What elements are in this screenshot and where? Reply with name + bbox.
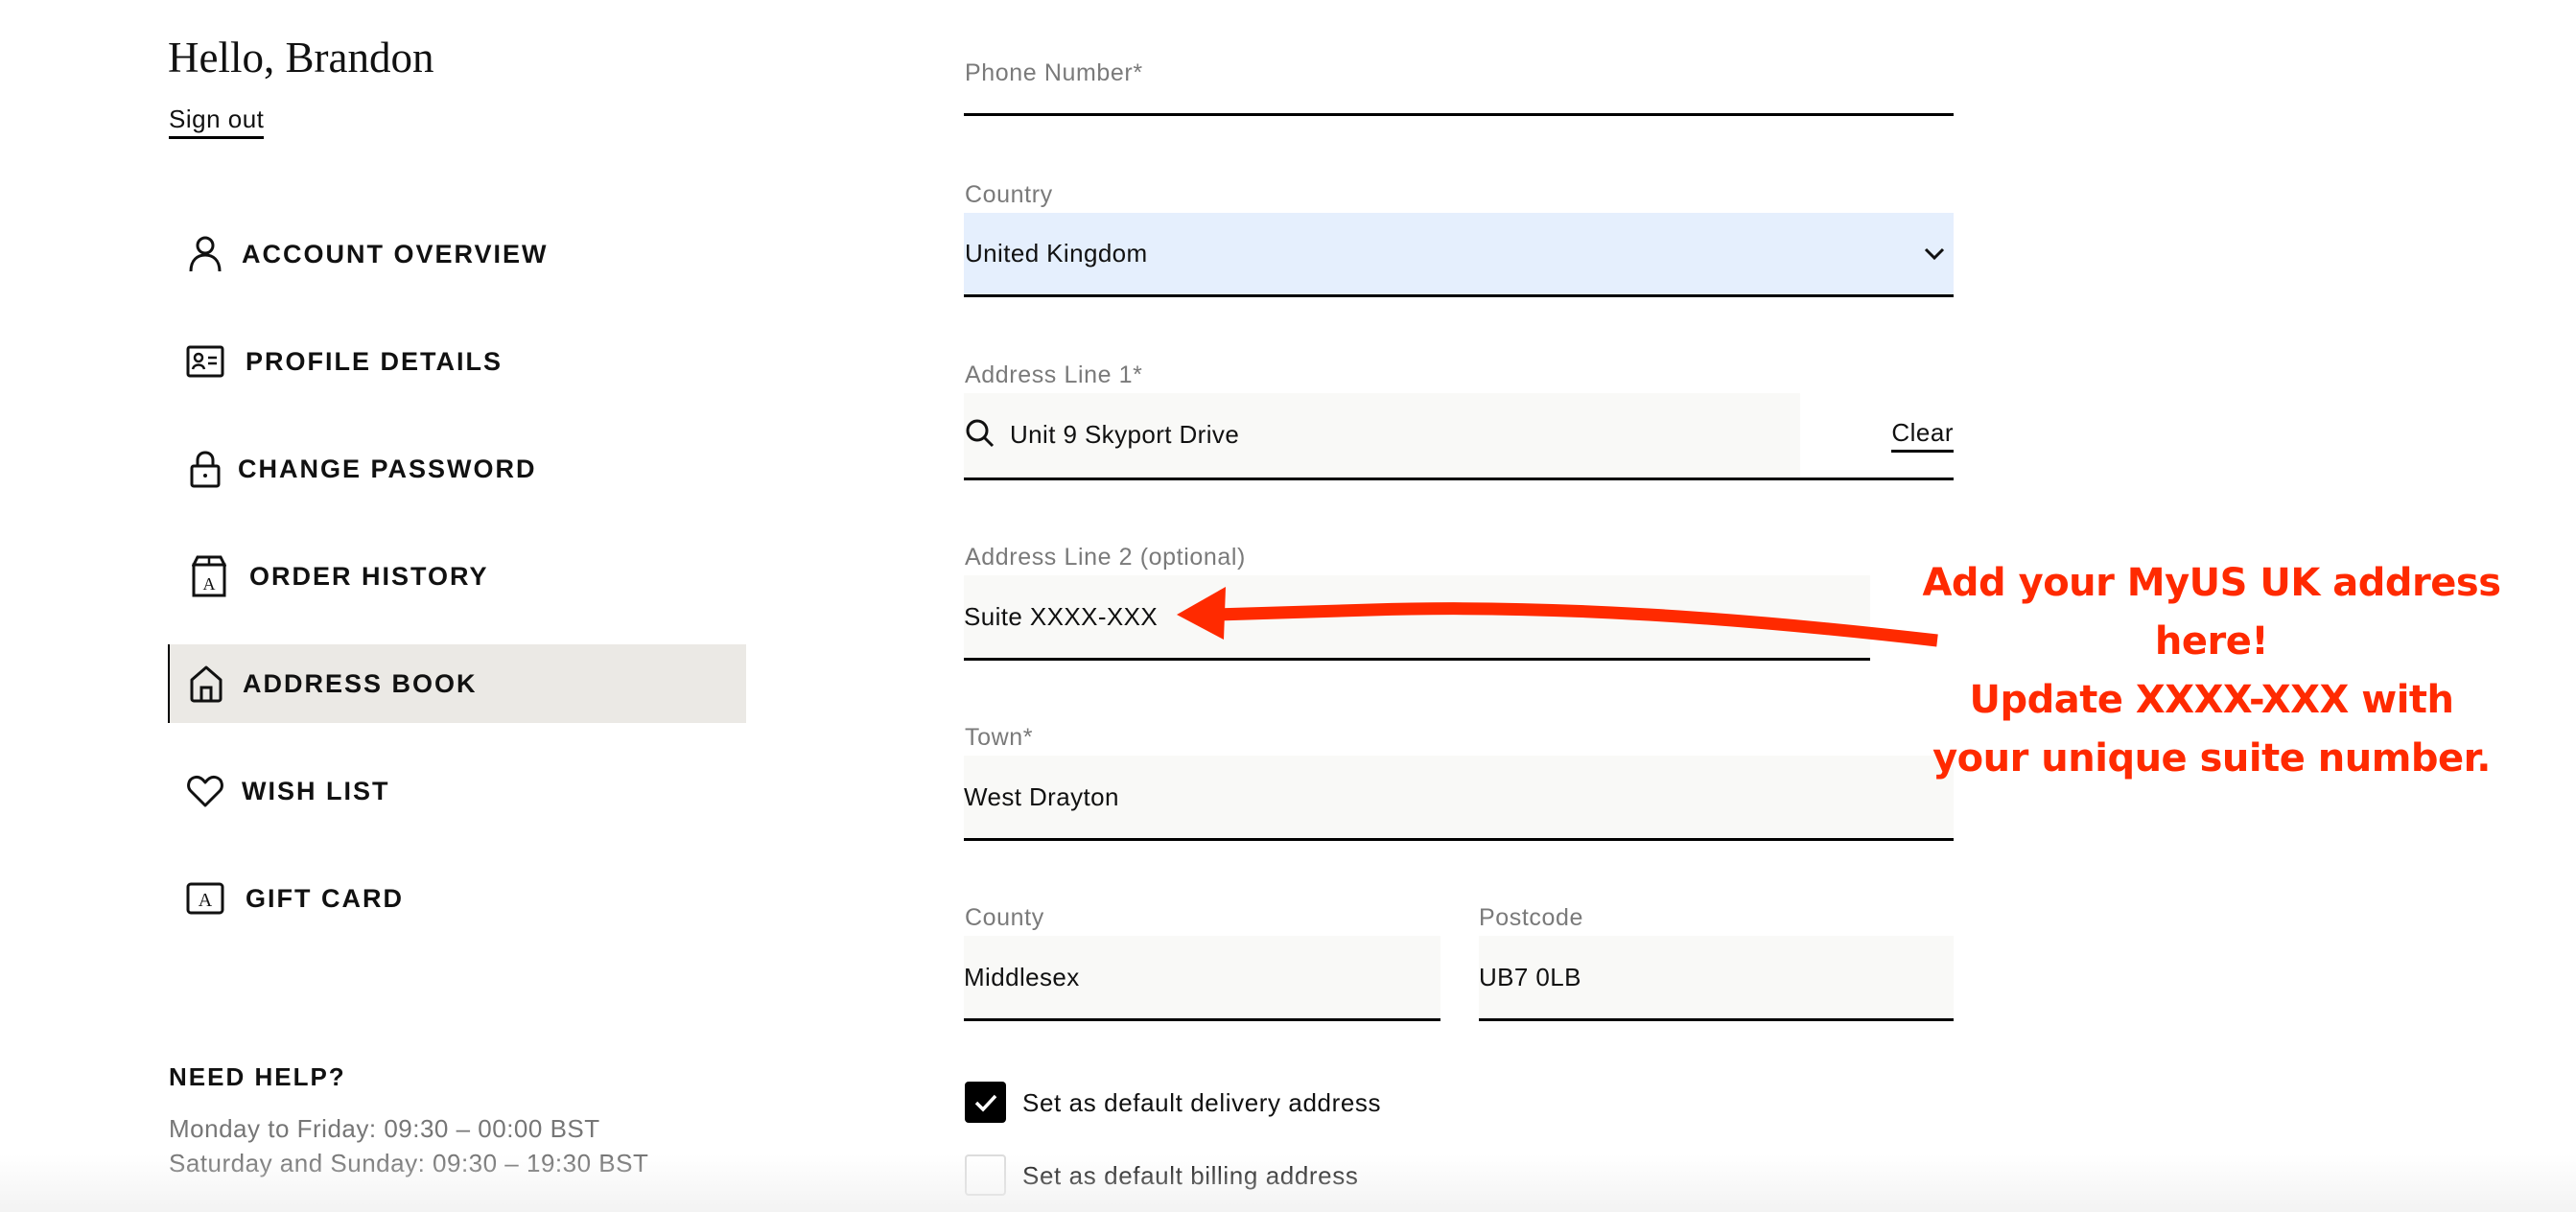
package-icon: A bbox=[190, 555, 228, 597]
town-input[interactable]: West Drayton bbox=[964, 756, 1954, 841]
address1-label: Address Line 1* bbox=[965, 361, 1143, 388]
search-icon bbox=[966, 419, 995, 448]
user-icon bbox=[186, 235, 224, 273]
address2-value: Suite XXXX-XXX bbox=[964, 601, 1159, 631]
nav-item-order-history[interactable]: A ORDER HISTORY bbox=[169, 537, 746, 616]
annotation-line: Add your MyUS UK address here! bbox=[1922, 561, 2501, 664]
nav-item-profile-details[interactable]: PROFILE DETAILS bbox=[169, 322, 746, 401]
town-label: Town* bbox=[965, 724, 1034, 751]
nav-item-gift-card[interactable]: A GIFT CARD bbox=[169, 859, 746, 938]
help-title: NEED HELP? bbox=[169, 1062, 346, 1091]
phone-input[interactable] bbox=[964, 113, 1954, 116]
annotation-line: your unique suite number. bbox=[1932, 736, 2491, 781]
country-label: Country bbox=[965, 181, 1053, 208]
nav-label: WISH LIST bbox=[242, 776, 390, 805]
heart-icon bbox=[186, 772, 224, 810]
gift-card-icon: A bbox=[186, 879, 224, 918]
nav-label: ORDER HISTORY bbox=[249, 561, 489, 591]
chevron-down-icon bbox=[1924, 247, 1945, 260]
id-card-icon bbox=[186, 342, 224, 381]
annotation-text: Add your MyUS UK address here! Update XX… bbox=[1866, 554, 2557, 788]
checkmark-icon bbox=[974, 1094, 996, 1112]
default-billing-checkbox[interactable] bbox=[965, 1154, 1006, 1196]
address2-input[interactable]: Suite XXXX-XXX bbox=[964, 575, 1954, 661]
county-label: County bbox=[965, 904, 1044, 931]
nav-item-account-overview[interactable]: ACCOUNT OVERVIEW bbox=[169, 215, 746, 293]
postcode-label: Postcode bbox=[1479, 904, 1584, 931]
phone-label: Phone Number* bbox=[965, 59, 1143, 86]
default-billing-label[interactable]: Set as default billing address bbox=[1022, 1161, 1358, 1190]
town-value: West Drayton bbox=[964, 781, 1119, 811]
weekend-hours: Saturday and Sunday: 09:30 – 19:30 BST bbox=[169, 1149, 649, 1177]
nav-item-wish-list[interactable]: WISH LIST bbox=[169, 752, 746, 830]
clear-button[interactable]: Clear bbox=[1891, 418, 1954, 453]
nav-item-address-book[interactable]: ADDRESS BOOK bbox=[168, 644, 746, 723]
svg-text:A: A bbox=[199, 890, 213, 911]
home-icon bbox=[187, 664, 225, 703]
default-delivery-label[interactable]: Set as default delivery address bbox=[1022, 1088, 1381, 1117]
address1-field: Unit 9 Skyport Drive Clear bbox=[964, 393, 1954, 480]
nav-item-change-password[interactable]: CHANGE PASSWORD bbox=[169, 430, 746, 508]
address1-value: Unit 9 Skyport Drive bbox=[1010, 420, 1240, 449]
weekday-hours: Monday to Friday: 09:30 – 00:00 BST bbox=[169, 1114, 600, 1143]
postcode-input[interactable]: UB7 0LB bbox=[1479, 936, 1954, 1021]
lock-icon bbox=[186, 450, 224, 488]
postcode-value: UB7 0LB bbox=[1479, 962, 1581, 991]
nav-label: CHANGE PASSWORD bbox=[238, 454, 537, 483]
nav-label: ACCOUNT OVERVIEW bbox=[242, 239, 549, 268]
svg-text:A: A bbox=[203, 574, 216, 594]
address2-label: Address Line 2 (optional) bbox=[965, 544, 1246, 571]
county-input[interactable]: Middlesex bbox=[964, 936, 1440, 1021]
default-delivery-checkbox[interactable] bbox=[965, 1082, 1006, 1123]
nav-label: PROFILE DETAILS bbox=[246, 346, 503, 376]
country-select[interactable]: United Kingdom bbox=[964, 213, 1954, 297]
annotation-line: Update XXXX-XXX with bbox=[1969, 678, 2454, 722]
nav-label: ADDRESS BOOK bbox=[243, 668, 478, 698]
county-value: Middlesex bbox=[964, 962, 1080, 991]
sign-out-link[interactable]: Sign out bbox=[169, 104, 265, 139]
country-value: United Kingdom bbox=[965, 239, 1148, 268]
nav-label: GIFT CARD bbox=[246, 883, 404, 913]
greeting-heading: Hello, Brandon bbox=[168, 34, 434, 82]
